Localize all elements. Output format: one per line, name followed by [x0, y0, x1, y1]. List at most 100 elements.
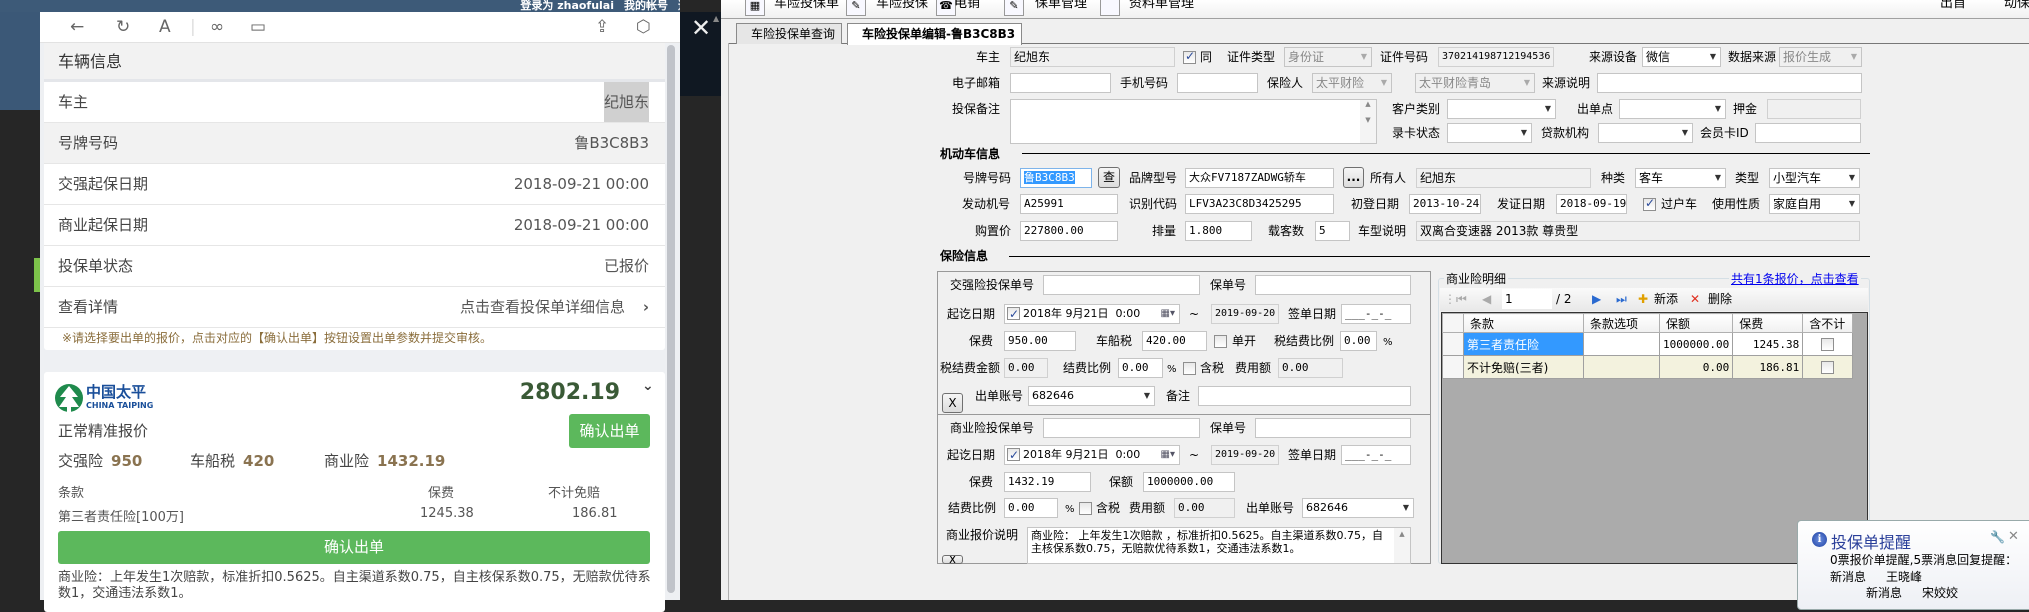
- calendar-icon[interactable]: ▦▾: [1161, 446, 1175, 464]
- share-icon[interactable]: ⇪: [595, 15, 609, 39]
- reg-date-input[interactable]: 2013-10-24: [1409, 194, 1481, 214]
- sy-fee-ratio-input[interactable]: 0.00: [1004, 498, 1058, 518]
- panel-scrollbar[interactable]: [667, 45, 675, 593]
- confirm-issue-big-button[interactable]: 确认出单: [58, 531, 650, 564]
- message-type[interactable]: 新消息: [1866, 584, 1902, 601]
- cell-no-deductible[interactable]: [1802, 332, 1854, 356]
- member-card-input[interactable]: [1755, 123, 1861, 143]
- sy-start-datepicker[interactable]: 2018年 9月21日 0:00 ▦▾: [1004, 445, 1180, 465]
- id-number-input[interactable]: 370214198712194536: [1438, 47, 1554, 67]
- delete-button[interactable]: 删除: [1708, 288, 1732, 310]
- cell-sum[interactable]: 1000000.00: [1658, 332, 1734, 356]
- cell-clause[interactable]: 第三者责任险: [1463, 332, 1584, 356]
- toolbar-item[interactable]: 车险投保: [876, 0, 928, 11]
- cell-premium[interactable]: 1245.38: [1732, 332, 1804, 356]
- policy-manage-icon[interactable]: ✎: [1004, 0, 1024, 16]
- model-desc-input[interactable]: 双离合变速器 2013款 尊贵型: [1416, 221, 1860, 241]
- transfer-checkbox[interactable]: [1643, 196, 1656, 211]
- pencil-icon[interactable]: ✎: [846, 0, 866, 16]
- brand-input[interactable]: 大众FV7187ZADWG轿车: [1185, 168, 1334, 188]
- textarea-scrollbar[interactable]: ▲ ▼: [1360, 100, 1376, 143]
- insurer-select[interactable]: 太平财险: [1312, 73, 1392, 93]
- same-checkbox[interactable]: [1183, 49, 1196, 64]
- price-input[interactable]: 227800.00: [1020, 221, 1118, 241]
- sy-incl-tax-checkbox[interactable]: [1079, 502, 1092, 515]
- wrench-icon[interactable]: 🔧: [1990, 530, 2005, 544]
- table-row[interactable]: 第三者责任险 1000000.00 1245.38: [1442, 332, 1854, 356]
- vin-input[interactable]: LFV3A23C8D3425295: [1185, 194, 1334, 214]
- add-button[interactable]: 新添: [1654, 288, 1678, 310]
- confirm-issue-button[interactable]: 确认出单: [569, 414, 650, 448]
- source-desc-input[interactable]: [1597, 73, 1862, 93]
- next-page-icon[interactable]: ▶: [1592, 288, 1601, 310]
- jq-fee-amount-input[interactable]: 0.00: [1278, 358, 1343, 378]
- owner-input[interactable]: 纪旭东: [1010, 47, 1175, 67]
- phone-input[interactable]: [1177, 73, 1258, 93]
- jq-start-datepicker[interactable]: 2018年 9月21日 0:00 ▦▾: [1004, 304, 1180, 324]
- email-input[interactable]: [1010, 73, 1111, 93]
- policy-list-icon[interactable]: ▦: [745, 0, 765, 16]
- vehicle-type-select[interactable]: 小型汽车: [1769, 168, 1860, 188]
- col-clause[interactable]: 条款: [1463, 313, 1584, 333]
- toolbar-item[interactable]: 动保: [2004, 0, 2029, 11]
- tax-fee-ratio-input[interactable]: 0.00: [1340, 331, 1377, 351]
- jq-fee-ratio-input[interactable]: 0.00: [1118, 358, 1163, 378]
- brand-lookup-button[interactable]: ...: [1343, 167, 1364, 188]
- sy-premium-input[interactable]: 1432.19: [1004, 472, 1091, 492]
- link-icon[interactable]: ∞: [210, 15, 224, 39]
- jq-account-select[interactable]: 682646: [1028, 386, 1155, 406]
- sy-end-date[interactable]: 2019-09-20: [1211, 445, 1279, 465]
- no-deductible-checkbox[interactable]: [1821, 337, 1835, 351]
- jq-start-checkbox[interactable]: [1007, 305, 1020, 323]
- jq-note-input[interactable]: [1198, 386, 1411, 406]
- window-icon[interactable]: ▭: [250, 15, 266, 39]
- toolbar-item[interactable]: 电销: [954, 0, 980, 11]
- sy-remove-button[interactable]: X: [942, 555, 963, 564]
- usage-select[interactable]: 家庭自用: [1769, 194, 1860, 214]
- separate-checkbox[interactable]: [1214, 335, 1227, 348]
- page-input[interactable]: 1: [1502, 289, 1552, 309]
- document-icon[interactable]: [1100, 0, 1120, 16]
- col-sum-insured[interactable]: 保额: [1658, 313, 1734, 333]
- query-button[interactable]: 查: [1098, 167, 1120, 188]
- add-icon[interactable]: ✚: [1638, 288, 1648, 310]
- remark-textarea[interactable]: ▲ ▼: [1010, 99, 1377, 144]
- row-header[interactable]: [1442, 355, 1464, 379]
- customer-type-select[interactable]: [1447, 99, 1556, 119]
- cell-sum[interactable]: 0.00: [1658, 355, 1734, 379]
- quote-desc-textarea[interactable]: 商业险： 上年发生1次赔款 ，标准折扣0.5625。自主渠道系数0.75，自主核…: [1027, 527, 1411, 564]
- info-row-view-details[interactable]: 查看详情 点击查看投保单详细信息 ›: [44, 287, 665, 328]
- jq-policy-no-input[interactable]: [1255, 275, 1411, 295]
- loan-institution-select[interactable]: [1598, 123, 1693, 143]
- issue-point-select[interactable]: [1619, 99, 1726, 119]
- close-icon[interactable]: ✕: [2008, 529, 2019, 544]
- message-type[interactable]: 新消息: [1830, 568, 1866, 585]
- toolbar-item[interactable]: 车险投保单: [774, 0, 839, 11]
- col-no-deductible[interactable]: 含不计: [1802, 313, 1854, 333]
- chevron-down-icon[interactable]: ⌄: [642, 378, 654, 394]
- jq-remove-button[interactable]: X: [942, 393, 963, 413]
- jq-incl-tax-checkbox[interactable]: [1183, 362, 1196, 375]
- sy-account-select[interactable]: 682646: [1302, 498, 1414, 518]
- jq-premium-input[interactable]: 950.00: [1004, 331, 1076, 351]
- kind-select[interactable]: 客车: [1635, 168, 1726, 188]
- displacement-input[interactable]: 1.800: [1185, 221, 1252, 241]
- col-premium[interactable]: 保费: [1732, 313, 1804, 333]
- toolbar-item[interactable]: 保单管理: [1035, 0, 1087, 11]
- sy-app-no-input[interactable]: [1043, 418, 1200, 438]
- tax-fee-amount-input[interactable]: 0.00: [1004, 358, 1048, 378]
- sy-sign-date-input[interactable]: ___-_-_: [1341, 445, 1411, 465]
- row-header[interactable]: [1442, 332, 1464, 356]
- tab-policy-edit[interactable]: 车险投保单编辑-鲁B3C8B3: [847, 23, 1023, 45]
- calendar-icon[interactable]: ▦▾: [1161, 305, 1175, 323]
- toolbar-item[interactable]: 资料单管理: [1129, 0, 1194, 11]
- cell-no-deductible[interactable]: [1802, 355, 1854, 379]
- holder-input[interactable]: 纪旭东: [1416, 168, 1591, 188]
- toolbar-item[interactable]: 出首: [1940, 0, 1966, 11]
- cell-clause[interactable]: 不计免赔(三者): [1463, 355, 1584, 379]
- prev-page-icon[interactable]: ◀: [1482, 288, 1491, 310]
- source-device-select[interactable]: 微信: [1642, 47, 1721, 67]
- cube-icon[interactable]: ⬡: [636, 15, 651, 39]
- delete-icon[interactable]: ✕: [1690, 288, 1700, 310]
- deposit-input[interactable]: [1767, 99, 1861, 119]
